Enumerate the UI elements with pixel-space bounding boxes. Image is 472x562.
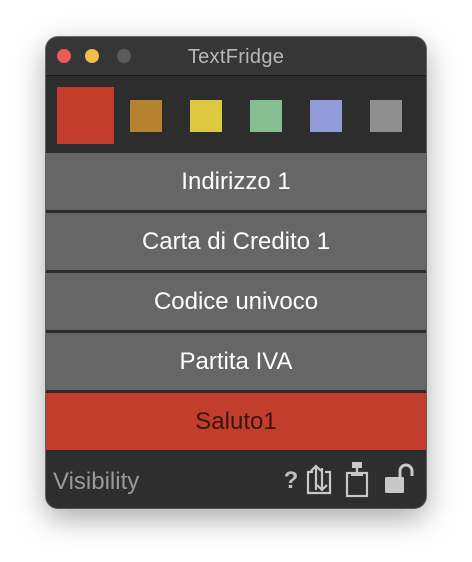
footer-bar: Visibility ? [46,453,426,508]
lock-toggle-button[interactable] [383,461,417,501]
paste-icon [344,460,370,503]
swatch-gray[interactable] [370,100,402,132]
import-export-button[interactable] [302,461,336,501]
textfridge-window: TextFridge Indirizzo 1 Carta di Credito … [46,37,426,508]
snippet-item[interactable]: Carta di Credito 1 [46,213,426,270]
visibility-label: Visibility [53,468,140,495]
swatch-green[interactable] [250,100,282,132]
swatch-yellow[interactable] [190,100,222,132]
swatch-red[interactable] [57,87,114,144]
title-bar[interactable]: TextFridge [46,37,426,76]
snippet-item[interactable]: Indirizzo 1 [46,153,426,210]
snippet-item-selected[interactable]: Saluto1 [46,393,426,450]
snippet-list: Indirizzo 1 Carta di Credito 1 Codice un… [46,153,426,450]
swatch-lavender[interactable] [310,100,342,132]
window-title: TextFridge [187,46,285,68]
paste-button[interactable] [340,461,374,501]
swatch-ochre[interactable] [130,100,162,132]
color-palette [46,76,426,153]
import-export-icon [304,462,334,501]
snippet-item[interactable]: Partita IVA [46,333,426,390]
unlock-icon [383,462,417,501]
snippet-item[interactable]: Codice univoco [46,273,426,330]
